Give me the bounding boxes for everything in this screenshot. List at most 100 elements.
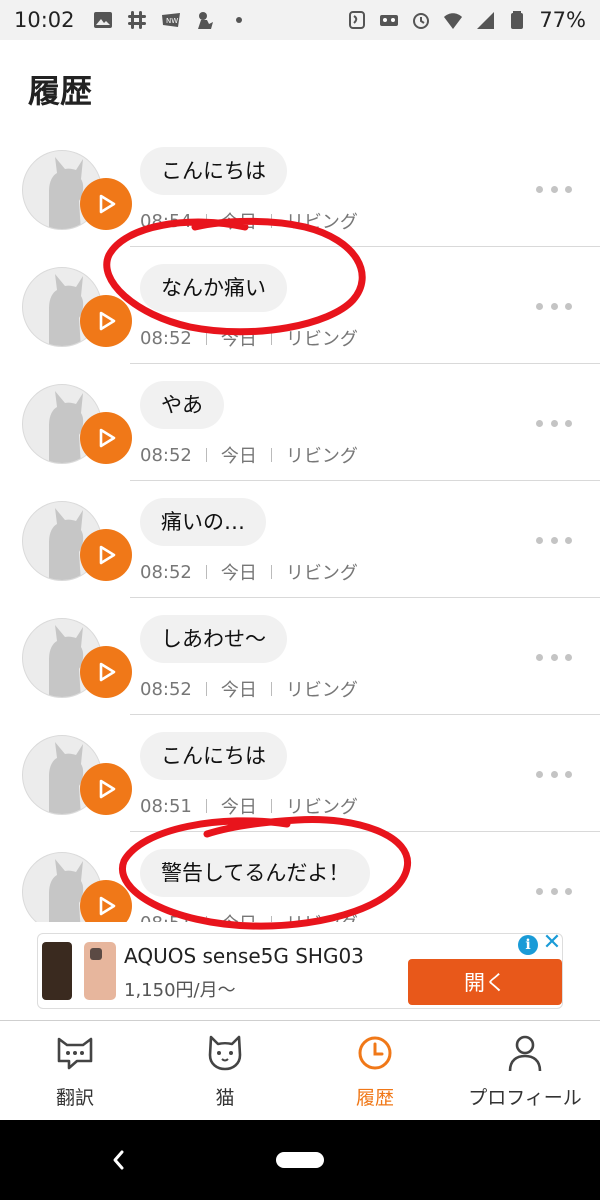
- message-meta: 08:52 今日 リビング: [140, 442, 358, 468]
- ad-title[interactable]: AQUOS sense5G SHG03: [124, 944, 364, 968]
- play-icon: [93, 893, 119, 919]
- meta-divider: [270, 565, 272, 579]
- history-row[interactable]: 痛いの… 08:52 今日 リビング: [0, 481, 600, 598]
- message-room: リビング: [285, 212, 358, 233]
- ad-open-button[interactable]: 開く: [408, 959, 562, 1005]
- image-icon: [93, 12, 112, 28]
- nav-history[interactable]: 履歴: [300, 1021, 450, 1121]
- message-time: 08:51: [140, 795, 192, 817]
- meta-divider: [270, 799, 272, 813]
- dot-icon: [235, 17, 242, 23]
- message-bubble[interactable]: こんにちは: [140, 147, 287, 195]
- message-day: 今日: [220, 329, 257, 350]
- meta-divider: [270, 448, 272, 462]
- history-row[interactable]: やあ 08:52 今日 リビング: [0, 364, 600, 481]
- play-button[interactable]: [80, 178, 132, 230]
- more-options-icon[interactable]: [536, 416, 572, 430]
- ad-phone-image-back: [84, 942, 116, 1000]
- meta-divider: [270, 682, 272, 696]
- more-options-icon[interactable]: [536, 650, 572, 664]
- status-bar: 10:02 NW 77%: [0, 0, 600, 40]
- message-bubble[interactable]: なんか痛い: [140, 264, 287, 312]
- nav-cat[interactable]: 猫: [150, 1021, 300, 1121]
- message-day: 今日: [220, 212, 257, 233]
- meta-divider: [270, 214, 272, 228]
- more-options-icon[interactable]: [536, 299, 572, 313]
- news-icon: NW: [161, 13, 180, 27]
- play-button[interactable]: [80, 529, 132, 581]
- message-day: 今日: [220, 563, 257, 584]
- system-status-icons: 77%: [347, 8, 586, 32]
- ad-info-icon[interactable]: i: [518, 935, 538, 955]
- message-bubble[interactable]: 警告してるんだよ！: [140, 849, 371, 897]
- more-options-icon[interactable]: [536, 767, 572, 781]
- message-day: 今日: [220, 797, 257, 818]
- more-options-icon[interactable]: [536, 533, 572, 547]
- play-icon: [93, 191, 119, 217]
- person-icon: [508, 1035, 542, 1072]
- message-room: リビング: [285, 446, 358, 467]
- message-time: 08:52: [140, 678, 192, 700]
- nav-translate[interactable]: 翻訳: [0, 1021, 150, 1121]
- message-time: 08:54: [140, 210, 192, 232]
- message-meta: 08:54 今日 リビング: [140, 208, 358, 234]
- message-room: リビング: [285, 563, 358, 584]
- more-options-icon[interactable]: [536, 884, 572, 898]
- battery-icon: [511, 11, 524, 29]
- signal-icon: [477, 12, 495, 29]
- play-button[interactable]: [80, 763, 132, 815]
- nav-label-translate: 翻訳: [55, 1087, 94, 1109]
- message-room: リビング: [285, 680, 358, 701]
- history-list[interactable]: こんにちは 08:54 今日 リビング なんか痛い 08:52 今日 リビング やあ 08:52 今…: [0, 130, 600, 922]
- nav-profile[interactable]: プロフィール: [450, 1021, 600, 1121]
- message-bubble[interactable]: しあわせ〜: [140, 615, 287, 663]
- play-icon: [93, 776, 119, 802]
- more-options-icon[interactable]: [536, 182, 572, 196]
- message-meta: 08:52 今日 リビング: [140, 325, 358, 351]
- meta-divider: [270, 916, 272, 922]
- message-bubble[interactable]: こんにちは: [140, 732, 287, 780]
- play-icon: [93, 425, 119, 451]
- message-day: 今日: [220, 446, 257, 467]
- message-bubble[interactable]: 痛いの…: [140, 498, 266, 546]
- ad-subtitle: 1,150円/月〜: [124, 980, 236, 1001]
- status-time: 10:02: [14, 8, 75, 32]
- pet-icon: [197, 12, 213, 29]
- wifi-icon: [444, 13, 463, 29]
- play-button[interactable]: [80, 295, 132, 347]
- meta-divider: [205, 682, 207, 696]
- clock-icon: [358, 1036, 392, 1070]
- meta-divider: [205, 331, 207, 345]
- message-day: 今日: [220, 680, 257, 701]
- play-icon: [93, 308, 119, 334]
- back-icon[interactable]: [108, 1146, 128, 1174]
- nav-label-cat: 猫: [215, 1087, 235, 1109]
- meta-divider: [205, 565, 207, 579]
- message-bubble[interactable]: やあ: [140, 381, 224, 429]
- history-row[interactable]: 警告してるんだよ！ 08:51 今日 リビング: [0, 832, 600, 922]
- system-nav-bar: [0, 1120, 600, 1200]
- bottom-nav: 翻訳 猫 履歴 プロフィール: [0, 1020, 600, 1120]
- message-day: 今日: [221, 910, 257, 922]
- history-row[interactable]: なんか痛い 08:52 今日 リビング: [0, 247, 600, 364]
- meta-divider: [205, 448, 207, 462]
- play-button[interactable]: [80, 880, 132, 922]
- history-row[interactable]: こんにちは 08:54 今日 リビング: [0, 130, 600, 247]
- message-room: リビング: [285, 797, 358, 818]
- meta-divider: [205, 916, 207, 922]
- ad-banner[interactable]: AQUOS sense5G SHG03 1,150円/月〜 開く i ✕: [37, 932, 563, 1009]
- history-row[interactable]: しあわせ〜 08:52 今日 リビング: [0, 598, 600, 715]
- home-pill[interactable]: [276, 1152, 324, 1168]
- battery-percent: 77%: [539, 8, 586, 32]
- history-row[interactable]: こんにちは 08:51 今日 リビング: [0, 715, 600, 832]
- play-button[interactable]: [80, 646, 132, 698]
- play-button[interactable]: [80, 412, 132, 464]
- cat-face-icon: [208, 1035, 242, 1071]
- message-meta: 08:52 今日 リビング: [140, 559, 358, 585]
- message-room: リビング: [286, 910, 358, 922]
- meta-divider: [205, 214, 207, 228]
- nav-label-profile: プロフィール: [468, 1087, 582, 1109]
- alarm-icon: [413, 13, 430, 29]
- chat-cat-icon: [57, 1037, 93, 1070]
- ad-close-icon[interactable]: ✕: [542, 932, 562, 954]
